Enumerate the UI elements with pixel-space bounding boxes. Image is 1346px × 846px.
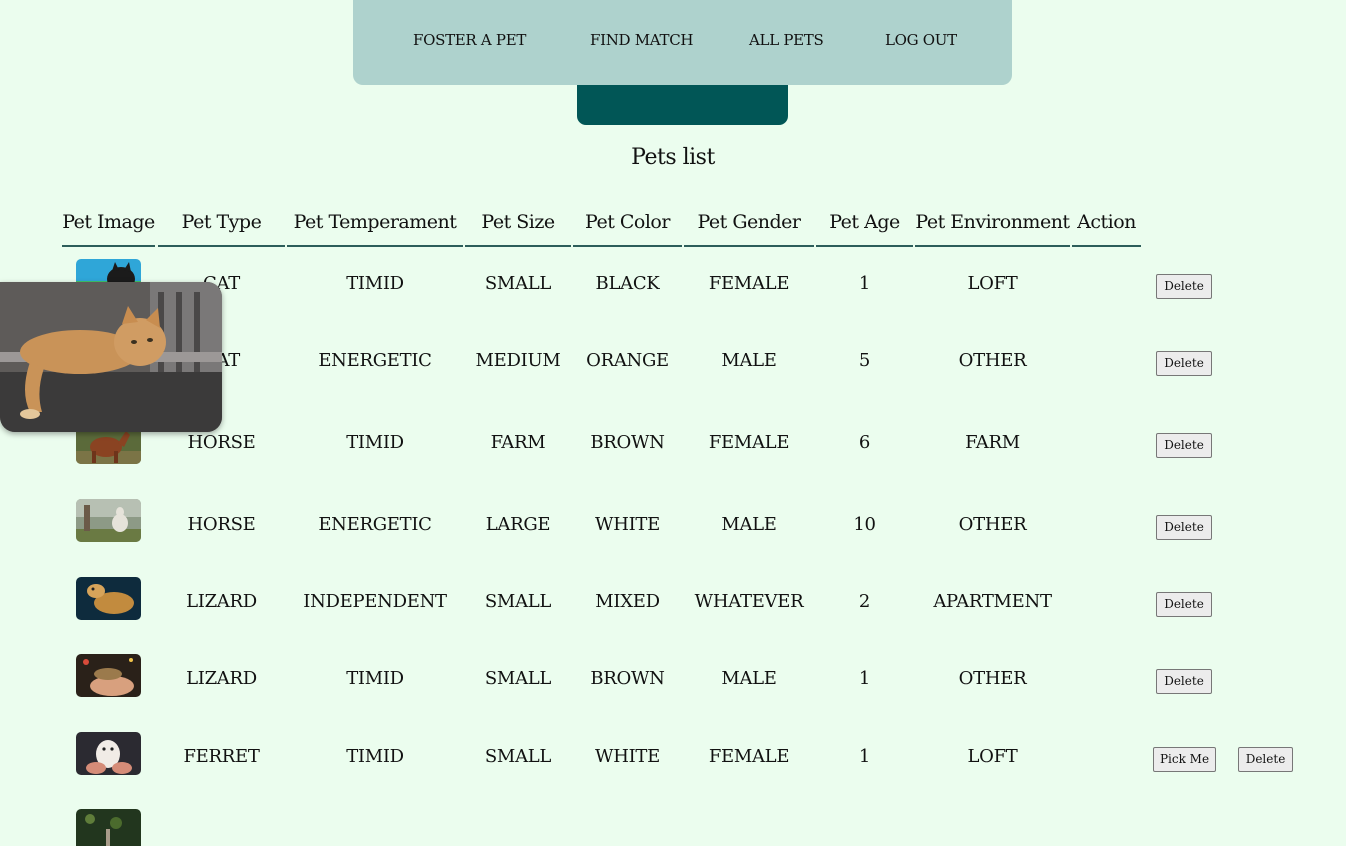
partial-pet-photo bbox=[76, 809, 141, 846]
delete-button[interactable]: Delete bbox=[1156, 669, 1212, 694]
cell-pet-gender: FEMALE bbox=[708, 432, 790, 453]
pick-me-button[interactable]: Pick Me bbox=[1153, 747, 1216, 772]
header-accent-bar bbox=[577, 85, 788, 125]
pet-thumbnail-white-horse[interactable] bbox=[76, 499, 141, 542]
orange-cat-enlarged-photo bbox=[0, 282, 222, 432]
lizard-in-hand-photo bbox=[76, 654, 141, 697]
cell-pet-type: HORSE bbox=[187, 514, 256, 535]
cell-pet-temperament: TIMID bbox=[346, 432, 404, 453]
cell-pet-age: 6 bbox=[858, 432, 871, 453]
cell-pet-age: 5 bbox=[858, 350, 871, 371]
cell-pet-gender: MALE bbox=[721, 350, 777, 371]
cell-pet-age: 1 bbox=[858, 273, 871, 294]
cell-pet-environment: APARTMENT bbox=[933, 591, 1052, 612]
cell-pet-size: SMALL bbox=[484, 746, 552, 767]
col-header-pet-environment: Pet Environment bbox=[915, 208, 1070, 247]
page-title: Pets list bbox=[631, 145, 715, 170]
cell-pet-environment: OTHER bbox=[958, 668, 1027, 689]
cell-pet-type: LIZARD bbox=[186, 591, 257, 612]
cell-pet-size: SMALL bbox=[484, 273, 552, 294]
col-header-pet-gender: Pet Gender bbox=[684, 208, 814, 247]
cell-pet-gender: WHATEVER bbox=[694, 591, 804, 612]
page: FOSTER A PET FIND MATCH ALL PETS LOG OUT… bbox=[0, 0, 1346, 846]
pet-thumbnail-lizard-in-hand[interactable] bbox=[76, 654, 141, 697]
cell-pet-environment: LOFT bbox=[967, 273, 1018, 294]
cell-pet-age: 1 bbox=[858, 668, 871, 689]
cell-pet-color: BLACK bbox=[595, 273, 660, 294]
delete-button[interactable]: Delete bbox=[1156, 274, 1212, 299]
cell-pet-temperament: TIMID bbox=[346, 668, 404, 689]
delete-button[interactable]: Delete bbox=[1156, 592, 1212, 617]
white-ferret-photo bbox=[76, 732, 141, 775]
cell-pet-size: FARM bbox=[490, 432, 546, 453]
col-header-pet-image: Pet Image bbox=[62, 208, 155, 247]
nav-log-out[interactable]: LOG OUT bbox=[885, 31, 957, 49]
cell-pet-age: 10 bbox=[853, 514, 876, 535]
cell-pet-size: SMALL bbox=[484, 591, 552, 612]
cell-pet-color: WHITE bbox=[595, 746, 660, 767]
delete-button[interactable]: Delete bbox=[1238, 747, 1293, 772]
pet-image-enlarged-preview bbox=[0, 282, 222, 432]
nav-all-pets[interactable]: ALL PETS bbox=[749, 31, 824, 49]
top-navbar: FOSTER A PET FIND MATCH ALL PETS LOG OUT bbox=[353, 0, 1012, 85]
cell-pet-type: FERRET bbox=[183, 746, 260, 767]
col-header-pet-age: Pet Age bbox=[816, 208, 913, 247]
cell-pet-environment: FARM bbox=[965, 432, 1020, 453]
cell-pet-temperament: TIMID bbox=[346, 273, 404, 294]
col-header-pet-color: Pet Color bbox=[573, 208, 682, 247]
nav-foster-a-pet[interactable]: FOSTER A PET bbox=[413, 31, 526, 49]
cell-pet-type: HORSE bbox=[187, 432, 256, 453]
cell-pet-temperament: ENERGETIC bbox=[318, 514, 432, 535]
pet-thumbnail-bearded-dragon[interactable] bbox=[76, 577, 141, 620]
cell-pet-type: LIZARD bbox=[186, 668, 257, 689]
cell-pet-age: 1 bbox=[858, 746, 871, 767]
cell-pet-age: 2 bbox=[858, 591, 871, 612]
cell-pet-gender: MALE bbox=[721, 668, 777, 689]
cell-pet-color: BROWN bbox=[590, 668, 665, 689]
cell-pet-color: BROWN bbox=[590, 432, 665, 453]
delete-button[interactable]: Delete bbox=[1156, 515, 1212, 540]
bearded-dragon-photo bbox=[76, 577, 141, 620]
cell-pet-gender: MALE bbox=[721, 514, 777, 535]
cell-pet-gender: FEMALE bbox=[708, 273, 790, 294]
cell-pet-color: ORANGE bbox=[586, 350, 669, 371]
col-header-pet-temperament: Pet Temperament bbox=[287, 208, 463, 247]
white-horse-photo bbox=[76, 499, 141, 542]
pet-thumbnail-partial[interactable] bbox=[76, 809, 141, 846]
cell-pet-temperament: INDEPENDENT bbox=[303, 591, 447, 612]
cell-pet-gender: FEMALE bbox=[708, 746, 790, 767]
cell-pet-temperament: ENERGETIC bbox=[318, 350, 432, 371]
col-header-pet-type: Pet Type bbox=[158, 208, 285, 247]
col-header-action: Action bbox=[1072, 208, 1141, 247]
cell-pet-environment: OTHER bbox=[958, 350, 1027, 371]
pet-thumbnail-white-ferret[interactable] bbox=[76, 732, 141, 775]
delete-button[interactable]: Delete bbox=[1156, 433, 1212, 458]
cell-pet-color: WHITE bbox=[595, 514, 660, 535]
cell-pet-environment: OTHER bbox=[958, 514, 1027, 535]
cell-pet-size: SMALL bbox=[484, 668, 552, 689]
cell-pet-color: MIXED bbox=[595, 591, 660, 612]
col-header-pet-size: Pet Size bbox=[465, 208, 571, 247]
nav-find-match[interactable]: FIND MATCH bbox=[590, 31, 693, 49]
cell-pet-temperament: TIMID bbox=[346, 746, 404, 767]
cell-pet-size: LARGE bbox=[485, 514, 551, 535]
cell-pet-environment: LOFT bbox=[967, 746, 1018, 767]
delete-button[interactable]: Delete bbox=[1156, 351, 1212, 376]
cell-pet-size: MEDIUM bbox=[475, 350, 561, 371]
